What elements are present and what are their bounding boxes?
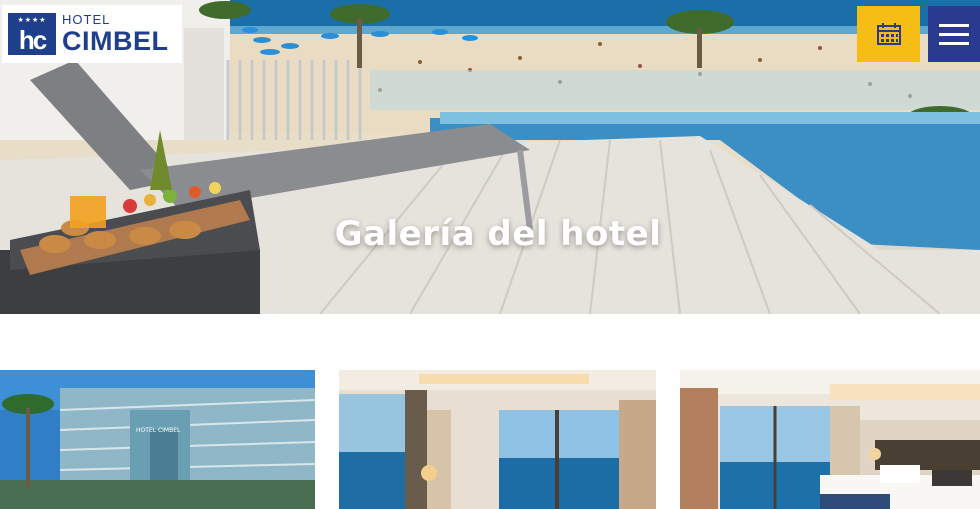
gallery-item-room-sea-view[interactable] — [339, 370, 656, 509]
logo-wordmark: HOTEL CIMBEL — [62, 12, 169, 56]
hotel-sign: HOTEL CIMBEL — [136, 427, 181, 434]
bedroom-balcony-image — [680, 370, 980, 509]
main-menu-button[interactable] — [928, 6, 980, 62]
logo-hotel-name: CIMBEL — [62, 26, 169, 56]
gallery-item-hotel-exterior[interactable]: HOTEL CIMBEL — [0, 370, 315, 509]
room-sea-view-image — [339, 370, 656, 509]
logo-monogram-text: hc — [18, 25, 47, 55]
hamburger-menu-icon — [939, 23, 969, 27]
logo-stars: ★★★★ — [17, 16, 47, 24]
logo-monogram: ★★★★ hc — [8, 13, 56, 55]
page-title: Galería del hotel — [334, 214, 662, 254]
booking-calendar-button[interactable] — [857, 6, 920, 62]
gallery-item-bedroom-balcony[interactable] — [680, 370, 980, 509]
hotel-logo[interactable]: ★★★★ hc HOTEL CIMBEL — [2, 5, 182, 63]
logo-hotel-label: HOTEL — [62, 12, 111, 27]
hotel-exterior-image: HOTEL CIMBEL — [0, 370, 315, 509]
calendar-icon — [876, 23, 901, 45]
